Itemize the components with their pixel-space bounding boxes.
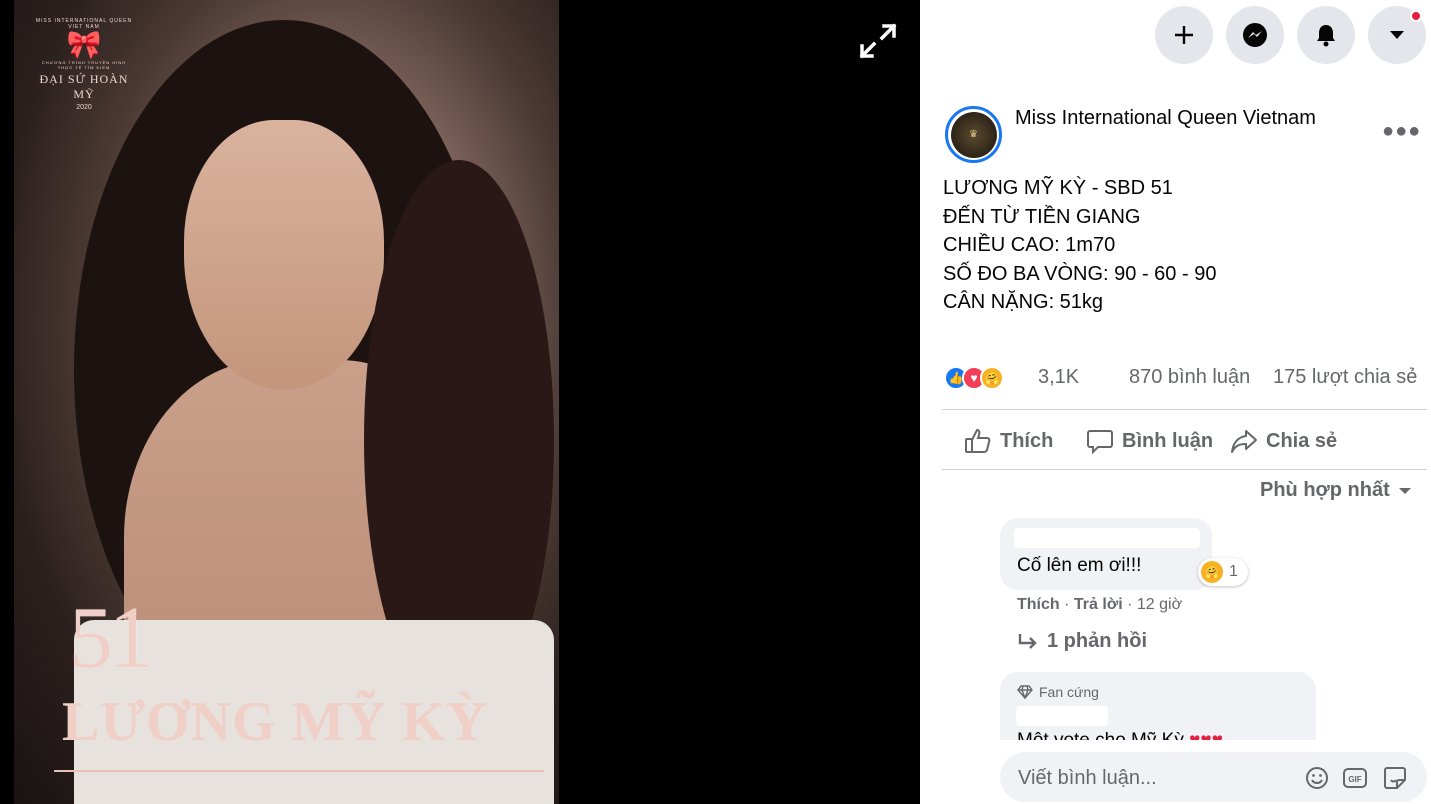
gif-icon[interactable]: GIF: [1342, 765, 1368, 791]
page-name[interactable]: Miss International Queen Vietnam: [1015, 107, 1316, 130]
logo-brand: ĐẠI SỨ HOÀN MỸ: [39, 72, 129, 101]
contestant-name: LƯƠNG MỸ KỲ: [62, 691, 488, 753]
care-reaction-icon: 🤗: [1201, 561, 1223, 583]
caption-line: ĐẾN TỪ TIỀN GIANG: [943, 205, 1141, 228]
svg-text:GIF: GIF: [1348, 775, 1361, 784]
expand-icon[interactable]: [858, 22, 898, 60]
comment-input[interactable]: Viết bình luận... GIF: [1000, 752, 1427, 802]
thumbs-up-icon: [965, 428, 991, 453]
caption-line: LƯƠNG MỸ KỲ - SBD 51: [943, 177, 1173, 199]
comment-sort-dropdown[interactable]: Phù hợp nhất: [1260, 479, 1412, 502]
post-photo: MISS INTERNATIONAL QUEEN VIET NAM 🎀 CHƯƠ…: [14, 0, 559, 804]
account-menu-button[interactable]: [1368, 6, 1426, 64]
replies-label: 1 phản hồi: [1047, 630, 1147, 652]
share-count[interactable]: 175 lượt chia sẻ: [1273, 366, 1417, 389]
reaction-count[interactable]: 3,1K: [1038, 366, 1079, 389]
caption-line: SỐ ĐO BA VÒNG: 90 - 60 - 90: [943, 262, 1217, 285]
like-button[interactable]: Thích: [964, 424, 1053, 458]
post-caption: LƯƠNG MỸ KỲ - SBD 51 ĐẾN TỪ TIỀN GIANG C…: [943, 174, 1216, 317]
caret-down-icon: [1398, 487, 1411, 494]
comment-reaction-count: 1: [1229, 563, 1238, 580]
diamond-icon: [1017, 685, 1033, 699]
separator: ·: [1127, 596, 1137, 613]
like-label: Thích: [1000, 429, 1054, 452]
heart-emoji-icon: ♥♥♥: [1189, 730, 1223, 740]
comment-text-content: Một vote cho Mỹ Kỳ: [1017, 730, 1184, 740]
comment-icon: [1087, 430, 1113, 455]
post-panel: ♛ Miss International Queen Vietnam ●●● L…: [920, 0, 1431, 804]
comment-reactions[interactable]: 🤗 1: [1198, 558, 1248, 586]
comment-text: Cố lên em ơi!!!: [1017, 555, 1142, 576]
share-label: Chia sẻ: [1266, 429, 1338, 452]
fan-badge-label: Fan cứng: [1039, 684, 1099, 700]
sort-label: Phù hợp nhất: [1260, 479, 1390, 501]
messenger-icon: [1243, 23, 1267, 47]
commenter-name-hidden[interactable]: [1014, 528, 1200, 548]
fan-badge[interactable]: Fan cứng: [1017, 684, 1099, 700]
logo-year: 2020: [76, 104, 92, 111]
notifications-button[interactable]: [1297, 6, 1355, 64]
divider: [942, 409, 1427, 410]
bow-icon: 🎀: [66, 29, 102, 60]
contestant-number: 51: [69, 590, 153, 687]
comment-bubble: Fan cứng Một vote cho Mỹ Kỳ ♥♥♥: [1000, 672, 1316, 740]
comment-bubble: Cố lên em ơi!!! 🤗 1: [1000, 518, 1248, 590]
caption-line: CÂN NẶNG: 51kg: [943, 291, 1104, 313]
comment-label: Bình luận: [1122, 429, 1214, 452]
more-options-icon[interactable]: ●●●: [1382, 120, 1421, 143]
separator: ·: [1064, 596, 1074, 613]
caption-line: CHIỀU CAO: 1m70: [943, 234, 1116, 256]
logo-sub-text: CHƯƠNG TRÌNH TRUYỀN HÌNH THỰC TẾ TÌM KIẾ…: [41, 60, 127, 70]
comment-text: Một vote cho Mỹ Kỳ ♥♥♥: [1017, 730, 1223, 740]
poster-rule: [54, 770, 544, 772]
notification-dot: [1410, 10, 1422, 22]
sticker-icon[interactable]: [1382, 765, 1408, 791]
view-replies-link[interactable]: 1 phản hồi: [1017, 630, 1147, 653]
plus-icon: [1175, 26, 1193, 44]
bell-icon: [1317, 25, 1335, 47]
comment-count[interactable]: 870 bình luận: [1129, 366, 1250, 389]
comment-time[interactable]: 12 giờ: [1137, 596, 1182, 613]
comment-reply-link[interactable]: Trả lời: [1074, 596, 1123, 613]
reply-arrow-icon: [1018, 633, 1037, 649]
page-avatar-image: ♛: [950, 111, 997, 158]
comment-button[interactable]: Bình luận: [1086, 424, 1213, 458]
emoji-icon[interactable]: [1304, 765, 1330, 791]
caret-down-icon: [1390, 31, 1404, 39]
care-reaction-icon: 🤗: [980, 366, 1004, 390]
create-button[interactable]: [1155, 6, 1213, 64]
divider: [942, 469, 1427, 470]
share-button[interactable]: Chia sẻ: [1230, 424, 1337, 458]
comment-meta: Thích · Trả lời · 12 giờ: [1017, 596, 1182, 614]
reaction-icons[interactable]: 👍 ♥ 🤗: [944, 364, 1004, 392]
face-shape: [184, 120, 384, 390]
comment-like-link[interactable]: Thích: [1017, 596, 1060, 613]
page-avatar[interactable]: ♛: [945, 106, 1002, 163]
commenter-name-hidden[interactable]: [1016, 706, 1108, 726]
share-icon: [1231, 430, 1257, 453]
photo-viewer: MISS INTERNATIONAL QUEEN VIET NAM 🎀 CHƯƠ…: [0, 0, 920, 804]
event-logo: MISS INTERNATIONAL QUEEN VIET NAM 🎀 CHƯƠ…: [34, 18, 134, 111]
messenger-button[interactable]: [1226, 6, 1284, 64]
comment-input-placeholder: Viết bình luận...: [1018, 767, 1157, 789]
